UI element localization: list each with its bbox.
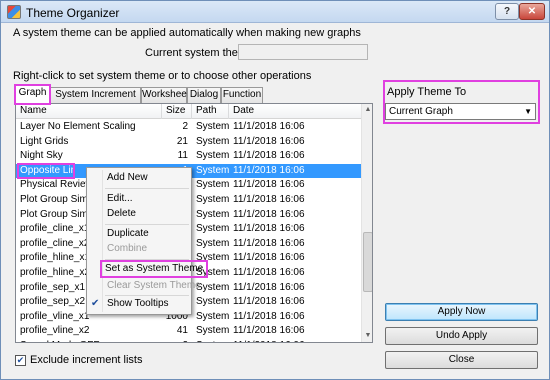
cell-size: 2 (162, 339, 188, 342)
menu-item-clear-system-theme[interactable]: Clear System Theme (107, 279, 201, 293)
menu-separator (105, 259, 189, 260)
table-row[interactable]: profile_vline_x2 41 System 11/1/2018 16:06 (16, 324, 361, 339)
scroll-thumb[interactable] (363, 232, 372, 292)
exclude-increment-lists-label: Exclude increment lists (30, 354, 143, 366)
undo-apply-button[interactable]: Undo Apply (385, 327, 538, 345)
cell-path: System (196, 208, 230, 220)
list-header: Name Size Path Date (16, 104, 361, 119)
cell-size: 2 (182, 121, 188, 132)
cell-date: 11/1/2018 16:06 (233, 135, 305, 147)
cell-path: System (196, 296, 230, 308)
cell-path: System (196, 135, 230, 147)
cell-name: Night Sky (20, 150, 63, 162)
cell-name: Layer No Element Scaling (20, 121, 136, 132)
cell-size: 41 (176, 325, 188, 337)
apply-theme-value: Current Graph (389, 106, 453, 117)
table-row[interactable]: Night Sky 11 System 11/1/2018 16:06 (16, 149, 361, 164)
cell-date: 11/1/2018 16:06 (233, 310, 305, 322)
column-header-path[interactable]: Path (192, 104, 229, 119)
theme-list[interactable]: Name Size Path Date Layer No Element Sca… (15, 103, 373, 343)
cell-date: 11/1/2018 16:06 (233, 325, 305, 337)
dropdown-arrow-icon[interactable]: ▼ (524, 104, 532, 119)
menu-separator (105, 224, 189, 225)
menu-gutter (102, 170, 103, 312)
title-bar: Theme Organizer ? ✕ (1, 1, 549, 23)
cell-path: System (196, 339, 230, 342)
checkmark-icon: ✔ (91, 298, 100, 309)
cell-date: 11/1/2018 16:06 (233, 281, 305, 293)
cell-path: System (196, 179, 230, 191)
cell-date: 11/1/2018 16:06 (233, 208, 305, 220)
cell-date: 11/1/2018 16:06 (233, 339, 361, 342)
scroll-up-icon[interactable]: ▲ (363, 104, 372, 116)
menu-item-set-as-system-theme[interactable]: Set as System Theme (99, 260, 209, 278)
scroll-down-icon[interactable]: ▼ (363, 330, 372, 342)
instruction-text: Right-click to set system theme or to ch… (13, 70, 312, 82)
cell-date: 11/1/2018 16:06 (233, 179, 305, 191)
close-window-button[interactable]: ✕ (519, 3, 545, 20)
menu-item-duplicate[interactable]: Duplicate (107, 227, 149, 241)
cell-path: System (196, 310, 230, 322)
cell-path: System (196, 164, 230, 176)
close-button[interactable]: Close (385, 351, 538, 369)
cell-size: 21 (176, 135, 188, 147)
tab-function[interactable]: Function (221, 87, 263, 103)
cell-path: System (196, 121, 230, 132)
apply-now-button[interactable]: Apply Now (385, 303, 538, 321)
menu-item-combine[interactable]: Combine (107, 242, 147, 256)
cell-name: profile_vline_x2 (20, 325, 90, 337)
tab-graph[interactable]: Graph (14, 84, 51, 105)
cell-path: System (196, 237, 230, 249)
theme-organizer-window: Theme Organizer ? ✕ A system theme can b… (0, 0, 550, 380)
column-header-size[interactable]: Size (162, 104, 192, 119)
cell-date: 11/1/2018 16:06 (233, 223, 305, 235)
column-header-date[interactable]: Date (229, 104, 361, 119)
cell-date: 11/1/2018 16:06 (233, 164, 305, 176)
apply-theme-label: Apply Theme To (387, 86, 467, 98)
column-header-name[interactable]: Name (16, 104, 162, 119)
cell-name: Speed Mode OFF (20, 339, 160, 342)
tab-system-increment-lists[interactable]: System Increment Lists (50, 87, 141, 114)
cell-date: 11/1/2018 16:06 (233, 121, 305, 132)
table-row[interactable]: Light Grids 21 System 11/1/2018 16:06 (16, 135, 361, 150)
cell-date: 11/1/2018 16:06 (233, 150, 305, 162)
cell-date: 11/1/2018 16:06 (233, 266, 305, 278)
cell-path: System (196, 223, 230, 235)
menu-item-delete[interactable]: Delete (107, 207, 136, 221)
cell-date: 11/1/2018 16:06 (233, 237, 305, 249)
exclude-increment-lists-checkbox[interactable]: ✔ (15, 355, 26, 366)
cell-path: System (196, 193, 230, 205)
menu-separator (105, 295, 189, 296)
menu-item-show-tooltips[interactable]: Show Tooltips (107, 297, 169, 311)
tab-dialog[interactable]: Dialog (187, 87, 221, 103)
cell-date: 11/1/2018 16:06 (233, 296, 305, 308)
menu-item-edit[interactable]: Edit... (107, 192, 133, 206)
intro-text: A system theme can be applied automatica… (13, 27, 361, 39)
cell-path: System (196, 281, 230, 293)
cell-name: Opposite Lines (17, 162, 75, 180)
cell-path: System (196, 150, 230, 162)
menu-item-add-new[interactable]: Add New (107, 171, 148, 185)
tab-worksheet[interactable]: Worksheet (141, 87, 190, 103)
help-button[interactable]: ? (495, 3, 519, 20)
cell-name: Light Grids (20, 135, 69, 147)
list-scrollbar[interactable]: ▲ ▼ (361, 104, 372, 342)
app-icon (7, 5, 21, 19)
window-title: Theme Organizer (26, 6, 120, 20)
apply-theme-select[interactable]: Current Graph ▼ (385, 103, 536, 120)
current-theme-field (238, 44, 368, 60)
menu-separator (105, 188, 189, 189)
cell-path: System (196, 325, 230, 337)
cell-date: 11/1/2018 16:06 (233, 193, 305, 205)
cell-size: 11 (177, 150, 188, 162)
table-row[interactable]: Speed Mode OFF2 System11/1/2018 16:06 (16, 339, 361, 342)
context-menu: Add New Edit... Delete Duplicate Combine… (86, 167, 209, 315)
table-row[interactable]: Layer No Element Scaling 2 System 11/1/2018… (16, 120, 361, 135)
cell-date: 11/1/2018 16:06 (233, 252, 305, 264)
